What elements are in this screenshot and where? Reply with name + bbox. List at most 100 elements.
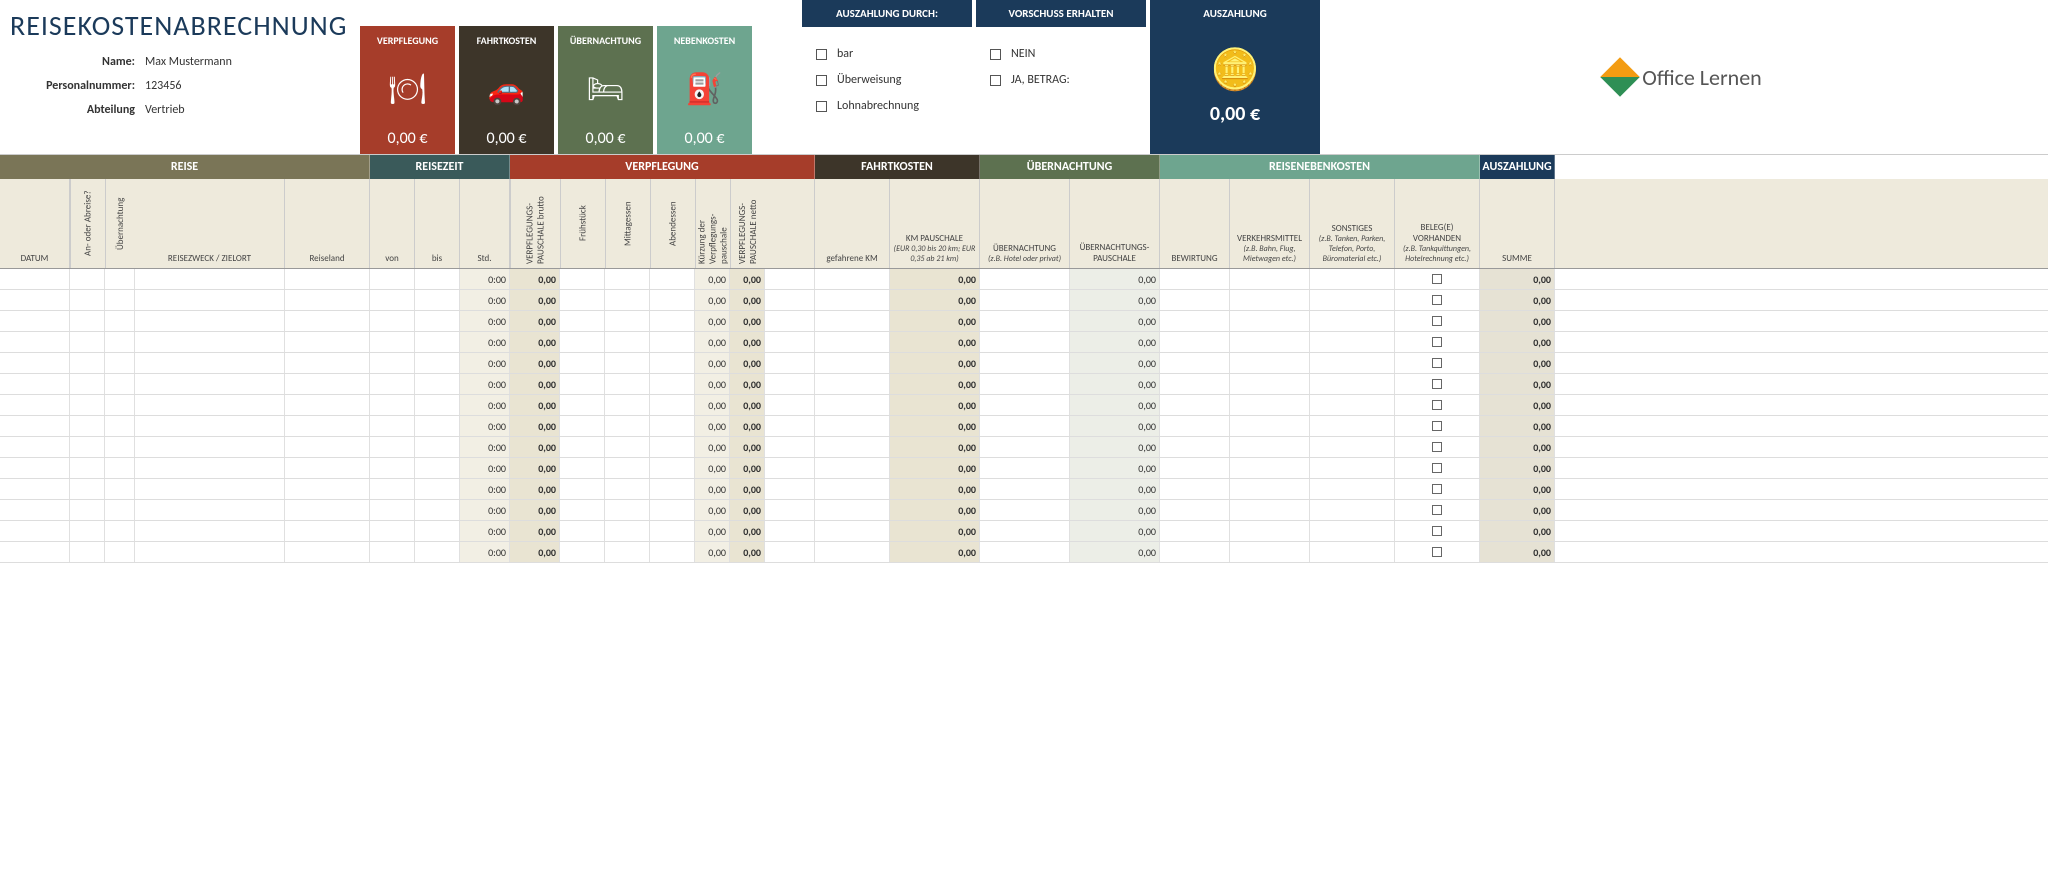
cell-anab[interactable] (70, 269, 105, 289)
cell-uebernacht-flag[interactable] (105, 353, 135, 373)
persnr-value[interactable]: 123456 (145, 79, 182, 93)
cell-uebernachtung-art[interactable] (980, 395, 1070, 415)
cell-bewirtung[interactable] (1160, 479, 1230, 499)
cell-von[interactable] (370, 374, 415, 394)
checkbox-lohnabrechnung[interactable] (816, 101, 827, 112)
cell-von[interactable] (370, 542, 415, 562)
cell-von[interactable] (370, 269, 415, 289)
cell-anab[interactable] (70, 311, 105, 331)
cell-land[interactable] (285, 269, 370, 289)
cell-beleg[interactable] (1395, 437, 1480, 457)
checkbox-beleg[interactable] (1432, 484, 1442, 494)
cell-verkehrsmittel[interactable] (1230, 500, 1310, 520)
cell-mittagessen[interactable] (605, 479, 650, 499)
cell-fruehstueck[interactable] (560, 395, 605, 415)
cell-uebernacht-flag[interactable] (105, 416, 135, 436)
cell-bewirtung[interactable] (1160, 353, 1230, 373)
cell-mittagessen[interactable] (605, 395, 650, 415)
cell-fruehstueck[interactable] (560, 500, 605, 520)
cell-land[interactable] (285, 416, 370, 436)
cell-uebernachtung-art[interactable] (980, 332, 1070, 352)
checkbox-beleg[interactable] (1432, 337, 1442, 347)
cell-mittagessen[interactable] (605, 332, 650, 352)
cell-land[interactable] (285, 290, 370, 310)
cell-verkehrsmittel[interactable] (1230, 269, 1310, 289)
cell-von[interactable] (370, 395, 415, 415)
cell-beleg[interactable] (1395, 269, 1480, 289)
cell-bewirtung[interactable] (1160, 416, 1230, 436)
cell-land[interactable] (285, 332, 370, 352)
cell-abendessen[interactable] (650, 437, 695, 457)
cell-mittagessen[interactable] (605, 290, 650, 310)
cell-uebernachtung-art[interactable] (980, 416, 1070, 436)
cell-datum[interactable] (0, 311, 70, 331)
cell-uebernachtung-art[interactable] (980, 353, 1070, 373)
cell-uebernacht-flag[interactable] (105, 500, 135, 520)
cell-zweck[interactable] (135, 332, 285, 352)
cell-uebernachtung-art[interactable] (980, 521, 1070, 541)
cell-abendessen[interactable] (650, 290, 695, 310)
cell-beleg[interactable] (1395, 374, 1480, 394)
cell-uebernachtung-art[interactable] (980, 374, 1070, 394)
checkbox-ja[interactable] (990, 75, 1001, 86)
cell-abendessen[interactable] (650, 374, 695, 394)
cell-verkehrsmittel[interactable] (1230, 521, 1310, 541)
cell-verkehrsmittel[interactable] (1230, 458, 1310, 478)
cell-bis[interactable] (415, 269, 460, 289)
cell-abendessen[interactable] (650, 311, 695, 331)
cell-zweck[interactable] (135, 353, 285, 373)
cell-zweck[interactable] (135, 269, 285, 289)
checkbox-beleg[interactable] (1432, 295, 1442, 305)
cell-fruehstueck[interactable] (560, 458, 605, 478)
cell-datum[interactable] (0, 479, 70, 499)
cell-uebernachtung-art[interactable] (980, 542, 1070, 562)
cell-beleg[interactable] (1395, 458, 1480, 478)
cell-beleg[interactable] (1395, 521, 1480, 541)
cell-fruehstueck[interactable] (560, 374, 605, 394)
cell-datum[interactable] (0, 416, 70, 436)
cell-abendessen[interactable] (650, 332, 695, 352)
cell-km[interactable] (815, 479, 890, 499)
cell-fruehstueck[interactable] (560, 332, 605, 352)
cell-datum[interactable] (0, 542, 70, 562)
checkbox-beleg[interactable] (1432, 421, 1442, 431)
checkbox-beleg[interactable] (1432, 316, 1442, 326)
cell-land[interactable] (285, 311, 370, 331)
cell-anab[interactable] (70, 332, 105, 352)
cell-von[interactable] (370, 437, 415, 457)
cell-km[interactable] (815, 311, 890, 331)
cell-beleg[interactable] (1395, 353, 1480, 373)
cell-abendessen[interactable] (650, 269, 695, 289)
cell-von[interactable] (370, 479, 415, 499)
cell-anab[interactable] (70, 437, 105, 457)
cell-sonstiges[interactable] (1310, 353, 1395, 373)
cell-sonstiges[interactable] (1310, 395, 1395, 415)
checkbox-beleg[interactable] (1432, 442, 1442, 452)
cell-mittagessen[interactable] (605, 374, 650, 394)
cell-bis[interactable] (415, 521, 460, 541)
cell-von[interactable] (370, 500, 415, 520)
cell-anab[interactable] (70, 374, 105, 394)
cell-anab[interactable] (70, 290, 105, 310)
cell-uebernacht-flag[interactable] (105, 521, 135, 541)
cell-fruehstueck[interactable] (560, 542, 605, 562)
cell-land[interactable] (285, 374, 370, 394)
cell-uebernacht-flag[interactable] (105, 311, 135, 331)
cell-anab[interactable] (70, 542, 105, 562)
cell-uebernacht-flag[interactable] (105, 437, 135, 457)
cell-zweck[interactable] (135, 458, 285, 478)
cell-mittagessen[interactable] (605, 458, 650, 478)
cell-abendessen[interactable] (650, 458, 695, 478)
cell-beleg[interactable] (1395, 311, 1480, 331)
cell-bis[interactable] (415, 437, 460, 457)
cell-land[interactable] (285, 500, 370, 520)
checkbox-beleg[interactable] (1432, 379, 1442, 389)
cell-land[interactable] (285, 458, 370, 478)
cell-uebernacht-flag[interactable] (105, 332, 135, 352)
cell-anab[interactable] (70, 500, 105, 520)
cell-bis[interactable] (415, 395, 460, 415)
cell-von[interactable] (370, 332, 415, 352)
cell-bewirtung[interactable] (1160, 521, 1230, 541)
cell-bewirtung[interactable] (1160, 290, 1230, 310)
cell-datum[interactable] (0, 353, 70, 373)
